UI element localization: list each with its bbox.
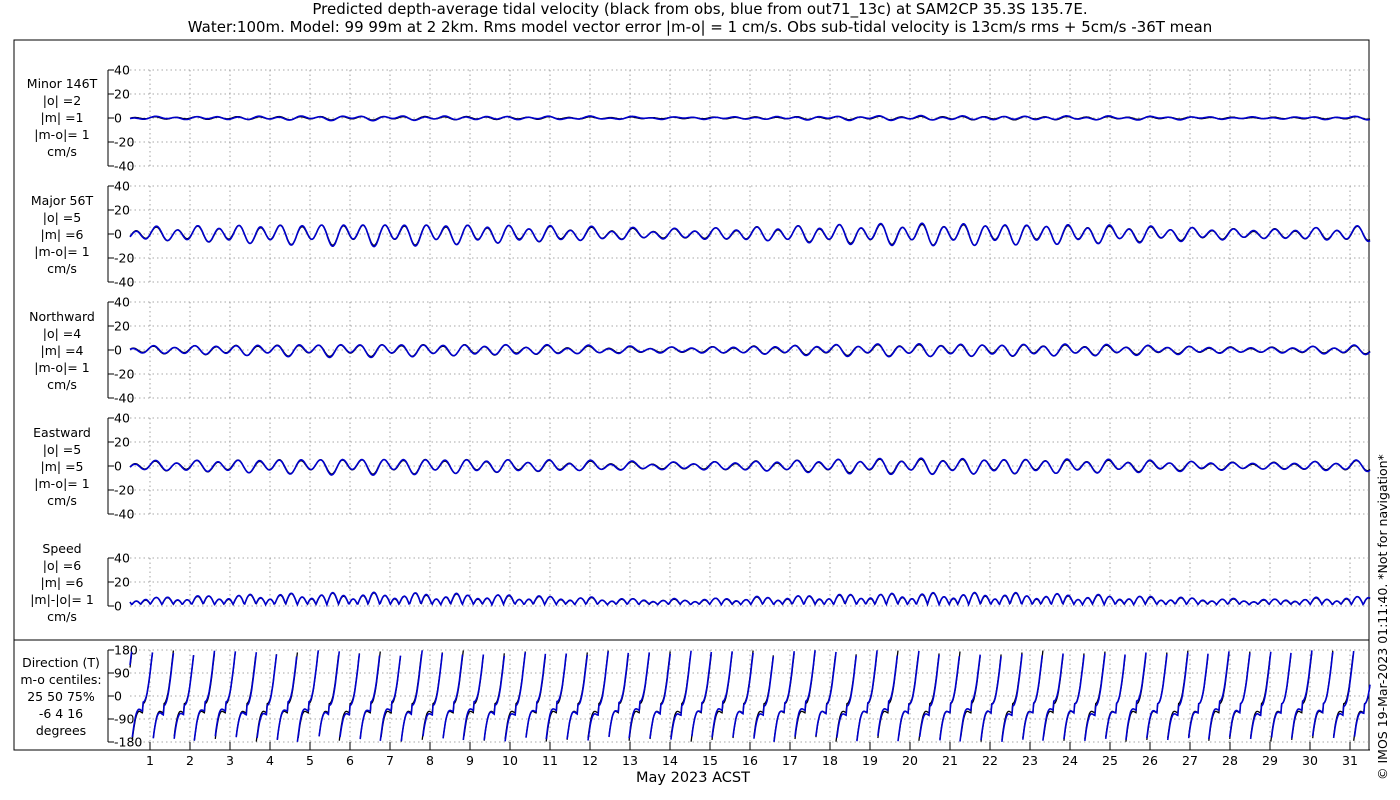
y-tick-label: -40: [114, 159, 134, 174]
panel-label-major: Major 56T |o| =5 |m| =6 |m-o|= 1 cm/s: [30, 193, 94, 276]
y-tick-label: 20: [114, 319, 130, 334]
panel-label-northward: Northward |o| =4 |m| =4 |m-o|= 1 cm/s: [29, 309, 95, 392]
y-tick-label: 40: [114, 295, 130, 310]
x-tick-label: 9: [466, 753, 474, 768]
x-tick-label: 18: [822, 753, 838, 768]
y-tick-label: 0: [114, 459, 122, 474]
y-tick-label: -40: [114, 507, 134, 522]
y-tick-label: 20: [114, 435, 130, 450]
x-tick-label: 25: [1102, 753, 1118, 768]
x-tick-label: 22: [982, 753, 998, 768]
panel-label-direction: Direction (T) m-o centiles: 25 50 75% -6 4…: [20, 655, 102, 738]
x-tick-label: 5: [306, 753, 314, 768]
y-tick-label: -40: [114, 275, 134, 290]
copyright-footer: © IMOS 19-Mar-2023 01:11:40. *Not for na…: [1375, 454, 1390, 780]
y-tick-label: 40: [114, 551, 130, 566]
x-tick-label: 31: [1342, 753, 1358, 768]
x-tick-label: 3: [226, 753, 234, 768]
x-tick-label: 24: [1062, 753, 1078, 768]
y-tick-label: 40: [114, 411, 130, 426]
y-tick-label: -20: [114, 483, 134, 498]
x-tick-label: 7: [386, 753, 394, 768]
x-tick-label: 4: [266, 753, 274, 768]
y-tick-label: 40: [114, 63, 130, 78]
upper-frame: [13, 39, 1370, 641]
x-tick-label: 26: [1142, 753, 1158, 768]
x-tick-label: 28: [1222, 753, 1238, 768]
x-tick-label: 19: [862, 753, 878, 768]
y-tick-label: 0: [114, 599, 122, 614]
y-tick-label: 40: [114, 179, 130, 194]
model-series-line: [129, 342, 1371, 359]
y-tick-label: 0: [114, 343, 122, 358]
x-tick-label: 20: [902, 753, 918, 768]
x-tick-label: 12: [582, 753, 598, 768]
tidal-velocity-chart: -40-2002040-40-2002040-40-2002040-40-200…: [13, 39, 1371, 768]
x-tick-label: 14: [662, 753, 678, 768]
panel-label-minor: Minor 146T |o| =2 |m| =1 |m-o|= 1 cm/s: [26, 76, 98, 159]
x-tick-label: 21: [942, 753, 958, 768]
y-tick-label: -20: [114, 251, 134, 266]
x-tick-label: 10: [502, 753, 518, 768]
x-tick-label: 2: [186, 753, 194, 768]
x-tick-label: 8: [426, 753, 434, 768]
x-tick-label: 13: [622, 753, 638, 768]
x-tick-label: 23: [1022, 753, 1038, 768]
y-tick-label: -40: [114, 391, 134, 406]
y-tick-label: 20: [114, 203, 130, 218]
y-tick-label: 0: [114, 227, 122, 242]
y-tick-label: 0: [114, 111, 122, 126]
x-tick-label: 17: [782, 753, 798, 768]
x-tick-label: 11: [542, 753, 558, 768]
x-tick-label: 6: [346, 753, 354, 768]
y-tick-label: 20: [114, 575, 130, 590]
x-tick-label: 15: [702, 753, 718, 768]
x-tick-label: 30: [1302, 753, 1318, 768]
y-tick-label: 20: [114, 87, 130, 102]
x-tick-label: 16: [742, 753, 758, 768]
y-tick-label: -20: [114, 135, 134, 150]
x-tick-label: 1: [146, 753, 154, 768]
panel-label-eastward: Eastward |o| =5 |m| =5 |m-o|= 1 cm/s: [33, 425, 91, 508]
x-tick-label: 29: [1262, 753, 1278, 768]
panel-label-speed: Speed |o| =6 |m| =6 |m|-|o|= 1 cm/s: [30, 541, 94, 624]
x-tick-label: 27: [1182, 753, 1198, 768]
y-tick-label: -20: [114, 367, 134, 382]
x-axis-label: May 2023 ACST: [636, 770, 750, 786]
